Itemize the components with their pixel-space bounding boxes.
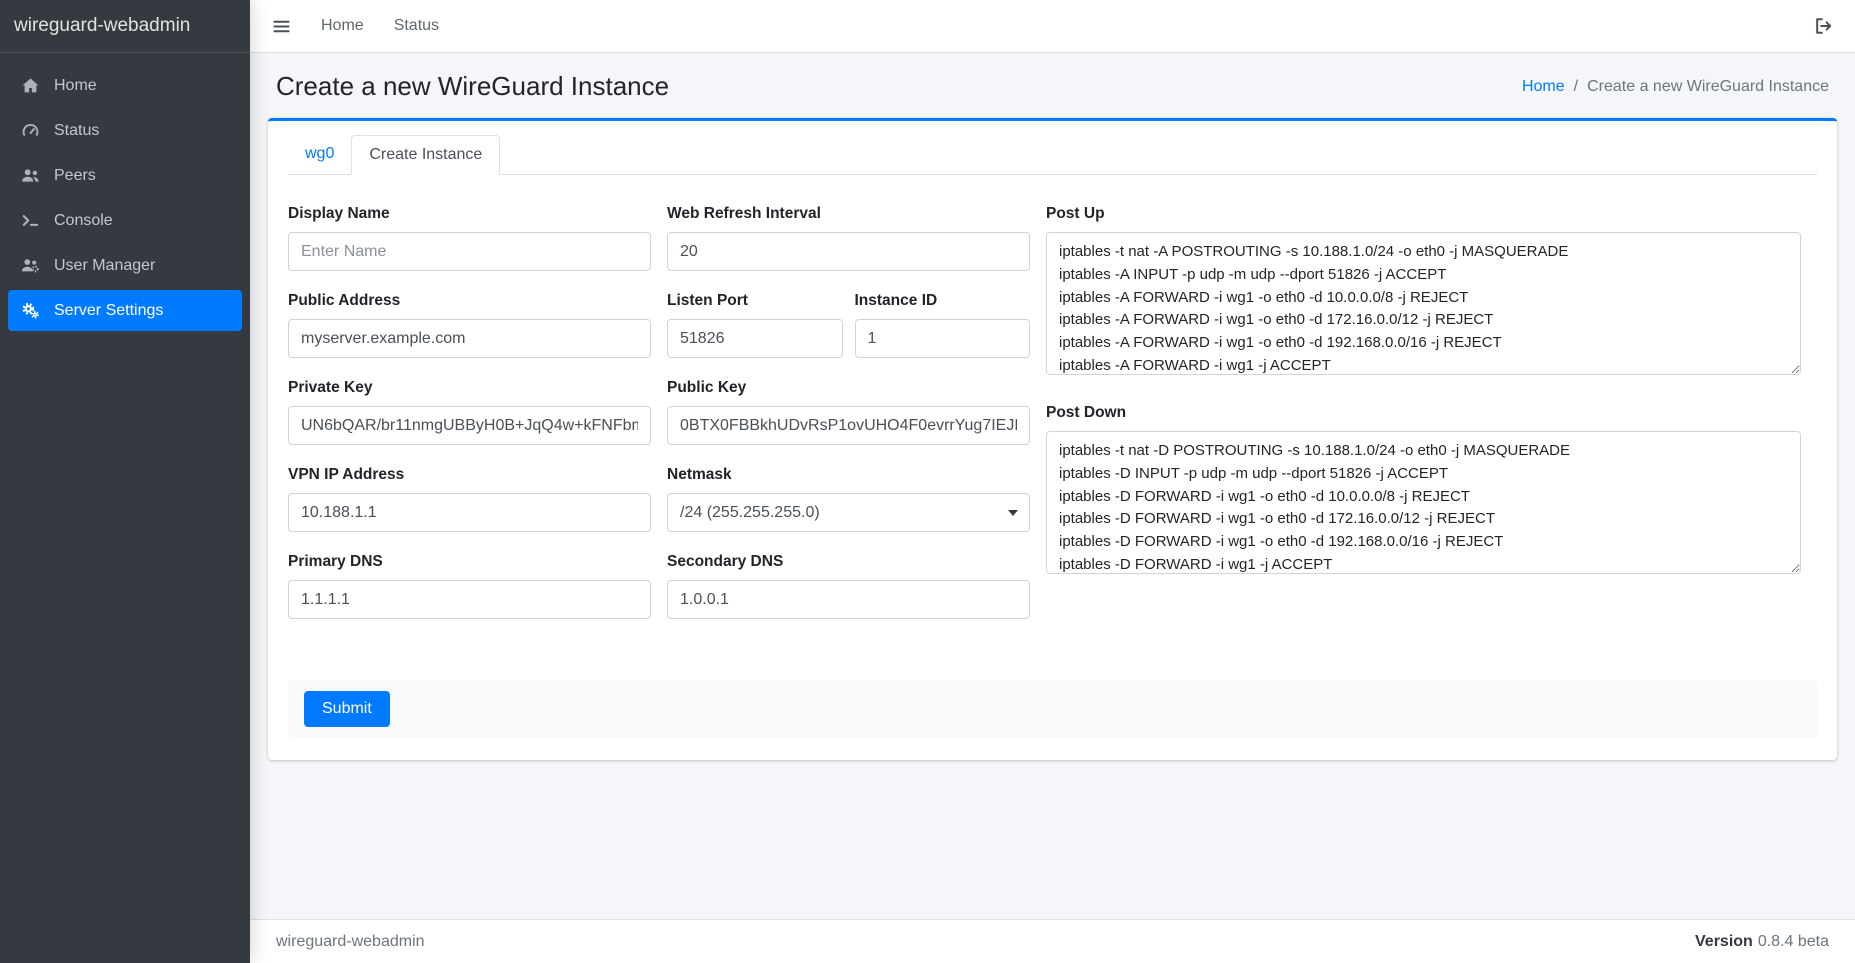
sidebar-item-label: Status [54, 122, 99, 140]
public-address-label: Public Address [288, 292, 651, 310]
form-column-left: Display Name Public Address Private Key [288, 205, 651, 640]
user-manager-icon [20, 255, 41, 276]
submit-button[interactable]: Submit [304, 691, 390, 727]
listen-port-group: Listen Port [667, 292, 843, 358]
breadcrumb: Home / Create a new WireGuard Instance [1522, 78, 1829, 96]
display-name-input[interactable] [288, 232, 651, 271]
form-column-right: Post Up iptables -t nat -A POSTROUTING -… [1046, 205, 1817, 600]
page-title: Create a new WireGuard Instance [276, 71, 669, 102]
sidebar-nav: Home Status Peers Console [0, 53, 250, 347]
instance-form: Display Name Public Address Private Key [288, 205, 1817, 640]
home-icon [20, 75, 41, 96]
peers-users-icon [20, 165, 41, 186]
web-refresh-label: Web Refresh Interval [667, 205, 1030, 223]
sidebar-item-home[interactable]: Home [8, 65, 242, 106]
navbar-link-home[interactable]: Home [321, 17, 364, 35]
sidebar-item-label: Console [54, 212, 113, 230]
listen-port-label: Listen Port [667, 292, 843, 310]
breadcrumb-home-link[interactable]: Home [1522, 78, 1565, 96]
breadcrumb-separator: / [1574, 78, 1578, 96]
display-name-group: Display Name [288, 205, 651, 271]
vpn-ip-label: VPN IP Address [288, 466, 651, 484]
submit-strip: Submit [288, 680, 1817, 738]
sidebar-item-user-manager[interactable]: User Manager [8, 245, 242, 286]
public-address-group: Public Address [288, 292, 651, 358]
sidebar-item-label: User Manager [54, 257, 155, 275]
public-key-group: Public Key [667, 379, 1030, 445]
netmask-select[interactable]: /24 (255.255.255.0) [667, 493, 1030, 532]
vpn-ip-group: VPN IP Address [288, 466, 651, 532]
secondary-dns-group: Secondary DNS [667, 553, 1030, 619]
main-area: Home Status Create a new WireGuard Insta… [250, 0, 1855, 963]
footer-brand: wireguard-webadmin [276, 933, 425, 951]
top-navbar: Home Status [250, 0, 1855, 53]
tab-create-instance[interactable]: Create Instance [351, 135, 500, 175]
footer: wireguard-webadmin Version 0.8.4 beta [250, 919, 1855, 963]
breadcrumb-current: Create a new WireGuard Instance [1587, 78, 1829, 96]
post-up-group: Post Up iptables -t nat -A POSTROUTING -… [1046, 205, 1801, 380]
public-address-input[interactable] [288, 319, 651, 358]
instance-card-body: wg0 Create Instance Display Name Public … [268, 121, 1837, 760]
brand-link[interactable]: wireguard-webadmin [0, 0, 250, 53]
listen-port-input[interactable] [667, 319, 843, 358]
netmask-select-wrap: /24 (255.255.255.0) [667, 493, 1030, 532]
web-refresh-input[interactable] [667, 232, 1030, 271]
instance-id-label: Instance ID [855, 292, 1031, 310]
console-terminal-icon [20, 210, 41, 231]
public-key-input[interactable] [667, 406, 1030, 445]
content-header: Create a new WireGuard Instance Home / C… [250, 53, 1855, 118]
public-key-label: Public Key [667, 379, 1030, 397]
primary-dns-input[interactable] [288, 580, 651, 619]
instance-tabs: wg0 Create Instance [288, 135, 1817, 175]
sidebar-item-server-settings[interactable]: Server Settings [8, 290, 242, 331]
sidebar-item-label: Peers [54, 167, 96, 185]
private-key-input[interactable] [288, 406, 651, 445]
sidebar-item-peers[interactable]: Peers [8, 155, 242, 196]
sidebar-item-label: Server Settings [54, 302, 163, 320]
content: Create a new WireGuard Instance Home / C… [250, 53, 1855, 919]
sidebar: wireguard-webadmin Home Status Peers [0, 0, 250, 963]
footer-version-value: 0.8.4 beta [1758, 933, 1829, 950]
sign-out-icon[interactable] [1813, 16, 1833, 36]
server-settings-gears-icon [20, 300, 41, 321]
footer-version: Version 0.8.4 beta [1695, 933, 1829, 951]
footer-version-label: Version [1695, 933, 1753, 950]
tab-wg0[interactable]: wg0 [288, 135, 351, 174]
primary-dns-label: Primary DNS [288, 553, 651, 571]
private-key-group: Private Key [288, 379, 651, 445]
secondary-dns-label: Secondary DNS [667, 553, 1030, 571]
sidebar-item-status[interactable]: Status [8, 110, 242, 151]
post-up-textarea[interactable]: iptables -t nat -A POSTROUTING -s 10.188… [1046, 232, 1801, 375]
port-instance-row: Listen Port Instance ID [667, 292, 1030, 379]
post-down-group: Post Down iptables -t nat -D POSTROUTING… [1046, 404, 1801, 579]
display-name-label: Display Name [288, 205, 651, 223]
netmask-group: Netmask /24 (255.255.255.0) [667, 466, 1030, 532]
web-refresh-group: Web Refresh Interval [667, 205, 1030, 271]
app: wireguard-webadmin Home Status Peers [0, 0, 1855, 963]
status-gauge-icon [20, 120, 41, 141]
private-key-label: Private Key [288, 379, 651, 397]
sidebar-item-console[interactable]: Console [8, 200, 242, 241]
secondary-dns-input[interactable] [667, 580, 1030, 619]
sidebar-item-label: Home [54, 77, 97, 95]
form-column-middle: Web Refresh Interval Listen Port Instanc… [667, 205, 1030, 640]
instance-id-group: Instance ID [855, 292, 1031, 358]
primary-dns-group: Primary DNS [288, 553, 651, 619]
vpn-ip-input[interactable] [288, 493, 651, 532]
instance-id-input[interactable] [855, 319, 1031, 358]
post-down-label: Post Down [1046, 404, 1801, 422]
post-down-textarea[interactable]: iptables -t nat -D POSTROUTING -s 10.188… [1046, 431, 1801, 574]
netmask-label: Netmask [667, 466, 1030, 484]
instance-card: wg0 Create Instance Display Name Public … [268, 118, 1837, 760]
hamburger-icon[interactable] [272, 17, 291, 36]
post-up-label: Post Up [1046, 205, 1801, 223]
navbar-link-status[interactable]: Status [394, 17, 439, 35]
